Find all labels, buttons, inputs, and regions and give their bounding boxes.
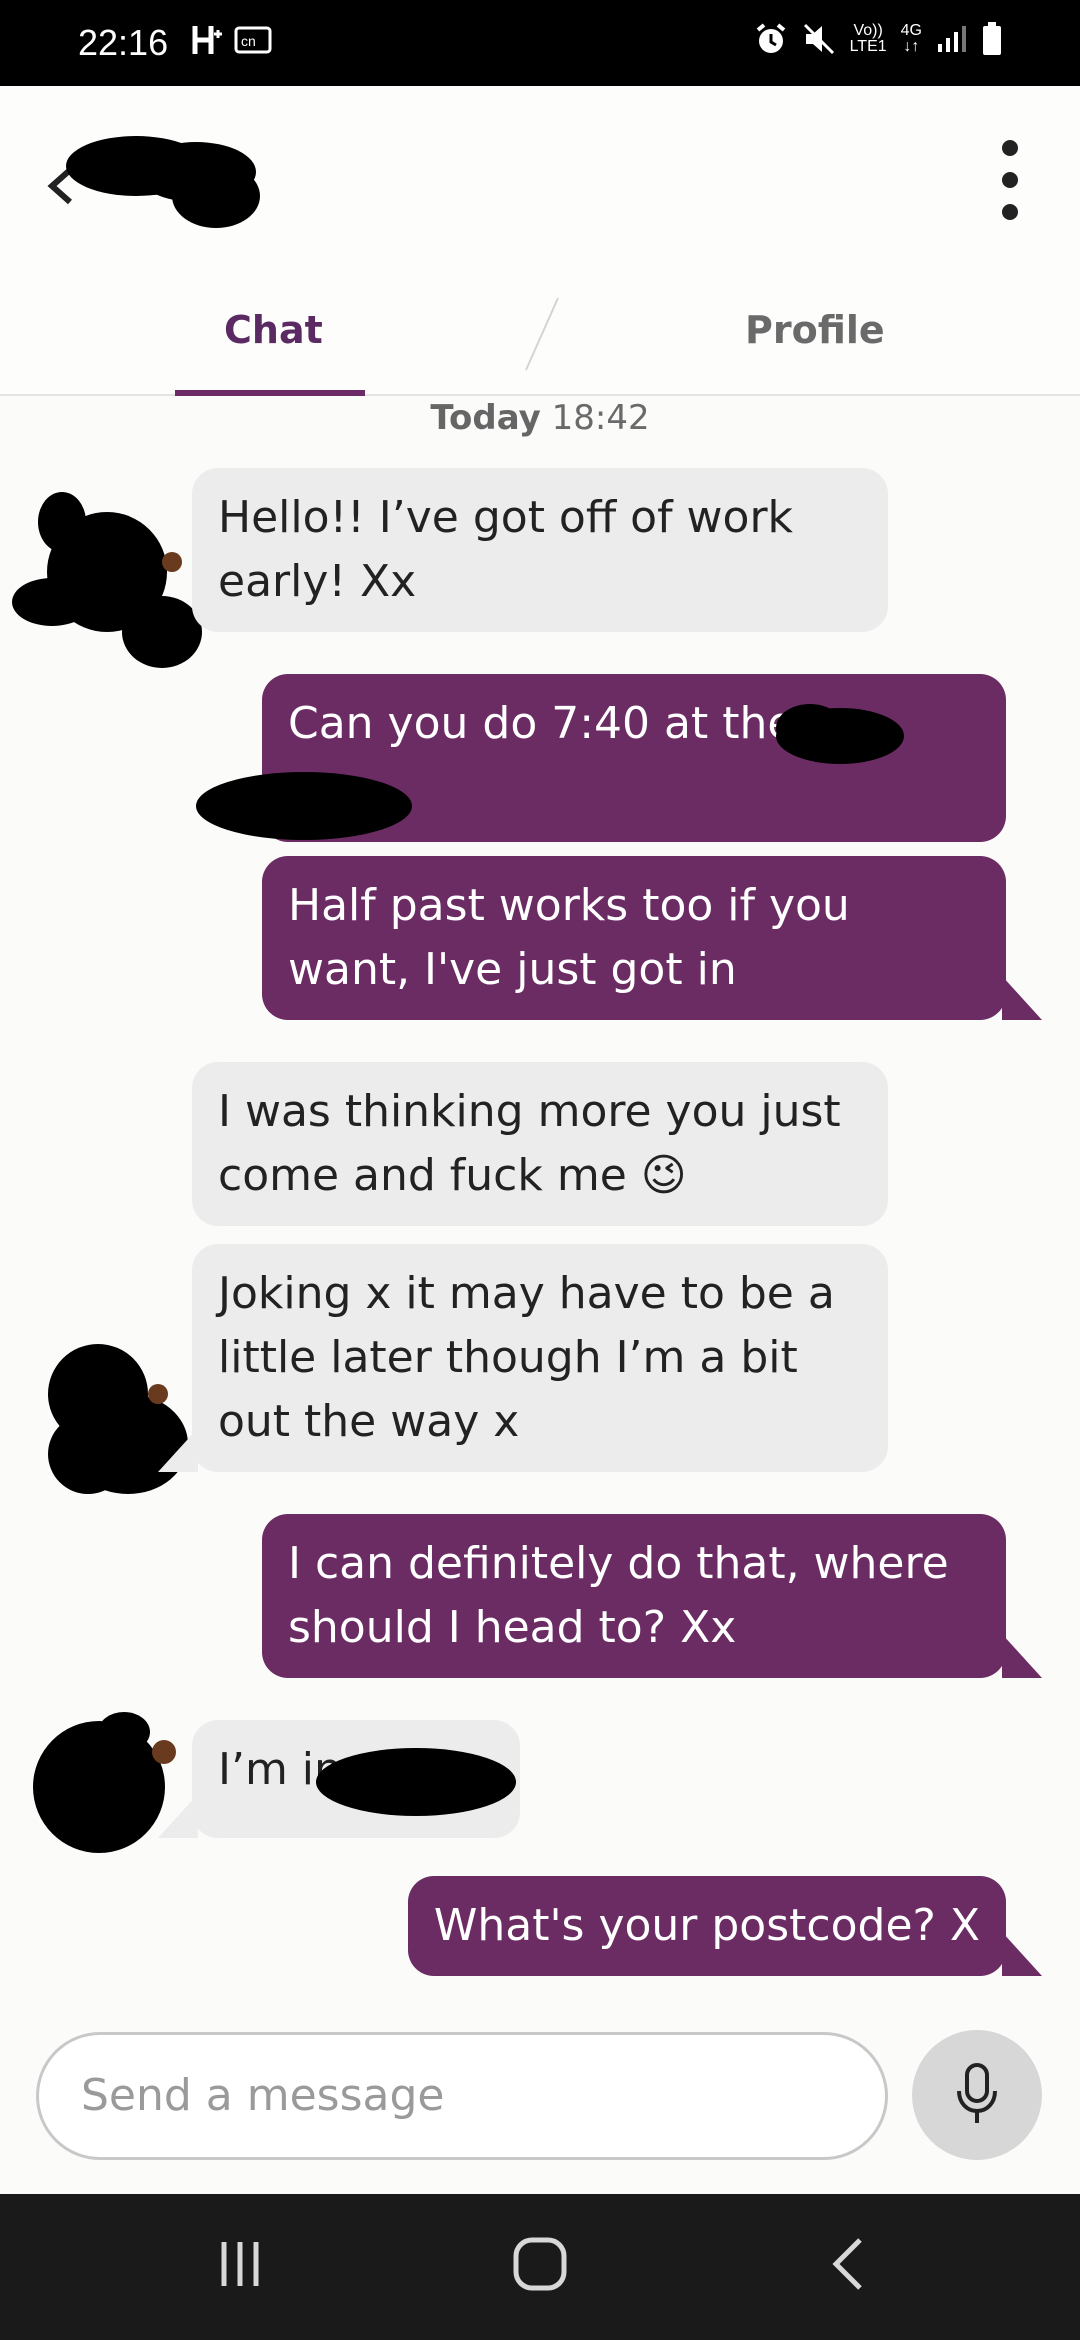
message-list[interactable]: Today 18:42 Hello!! I’ve got off of work… (0, 398, 1080, 1998)
data-type-indicator: 4G ↓↑ (900, 22, 922, 55)
message-outgoing[interactable]: I can definitely do that, where should I… (262, 1514, 1042, 1678)
microphone-icon (957, 2063, 997, 2123)
recent-apps-icon[interactable] (210, 2234, 270, 2294)
status-bar: 22:16 cn Vo)) LTE1 4G ↓↑ (0, 0, 1080, 86)
message-outgoing[interactable]: What's your postcode? X (407, 1876, 1043, 1976)
date-separator: Today 18:42 (430, 398, 650, 438)
contact-avatar-redacted (12, 492, 202, 668)
message-composer: Send a message (0, 2010, 1080, 2194)
notification-icon: cn (234, 26, 272, 54)
contact-avatar-redacted (48, 1344, 188, 1494)
active-tab-indicator (175, 390, 365, 396)
contact-avatar-redacted (33, 1712, 176, 1853)
message-incoming[interactable]: Hello!! I’ve got off of work early! Xx (192, 468, 888, 632)
system-nav-bar (0, 2194, 1080, 2340)
home-icon[interactable] (510, 2234, 570, 2294)
more-options-icon[interactable] (990, 140, 1030, 220)
hplus-icon (192, 26, 222, 54)
message-incoming[interactable]: I was thinking more you just come and fu… (192, 1062, 888, 1226)
tab-divider (525, 297, 559, 371)
voice-message-button[interactable] (912, 2030, 1042, 2160)
mute-icon (803, 23, 834, 55)
battery-icon (983, 22, 1001, 55)
redacted-location (316, 1748, 516, 1816)
tab-chat[interactable]: Chat (224, 308, 323, 352)
alarm-icon (756, 23, 785, 53)
redacted-location (776, 704, 904, 764)
redacted-location (196, 772, 412, 840)
back-nav-icon[interactable] (820, 2234, 880, 2294)
message-incoming[interactable]: Joking x it may have to be a little late… (158, 1244, 888, 1472)
message-outgoing[interactable]: Half past works too if you want, I've ju… (262, 856, 1042, 1020)
contact-name-redacted (66, 136, 260, 228)
status-time: 22:16 (78, 22, 169, 63)
signal-icon (938, 26, 966, 52)
message-input[interactable]: Send a message (36, 2032, 888, 2160)
volte-indicator: Vo)) LTE1 (849, 22, 887, 55)
svg-text:cn: cn (241, 33, 256, 49)
tab-bar: Chat Profile (0, 286, 1080, 396)
tab-profile[interactable]: Profile (745, 308, 885, 352)
